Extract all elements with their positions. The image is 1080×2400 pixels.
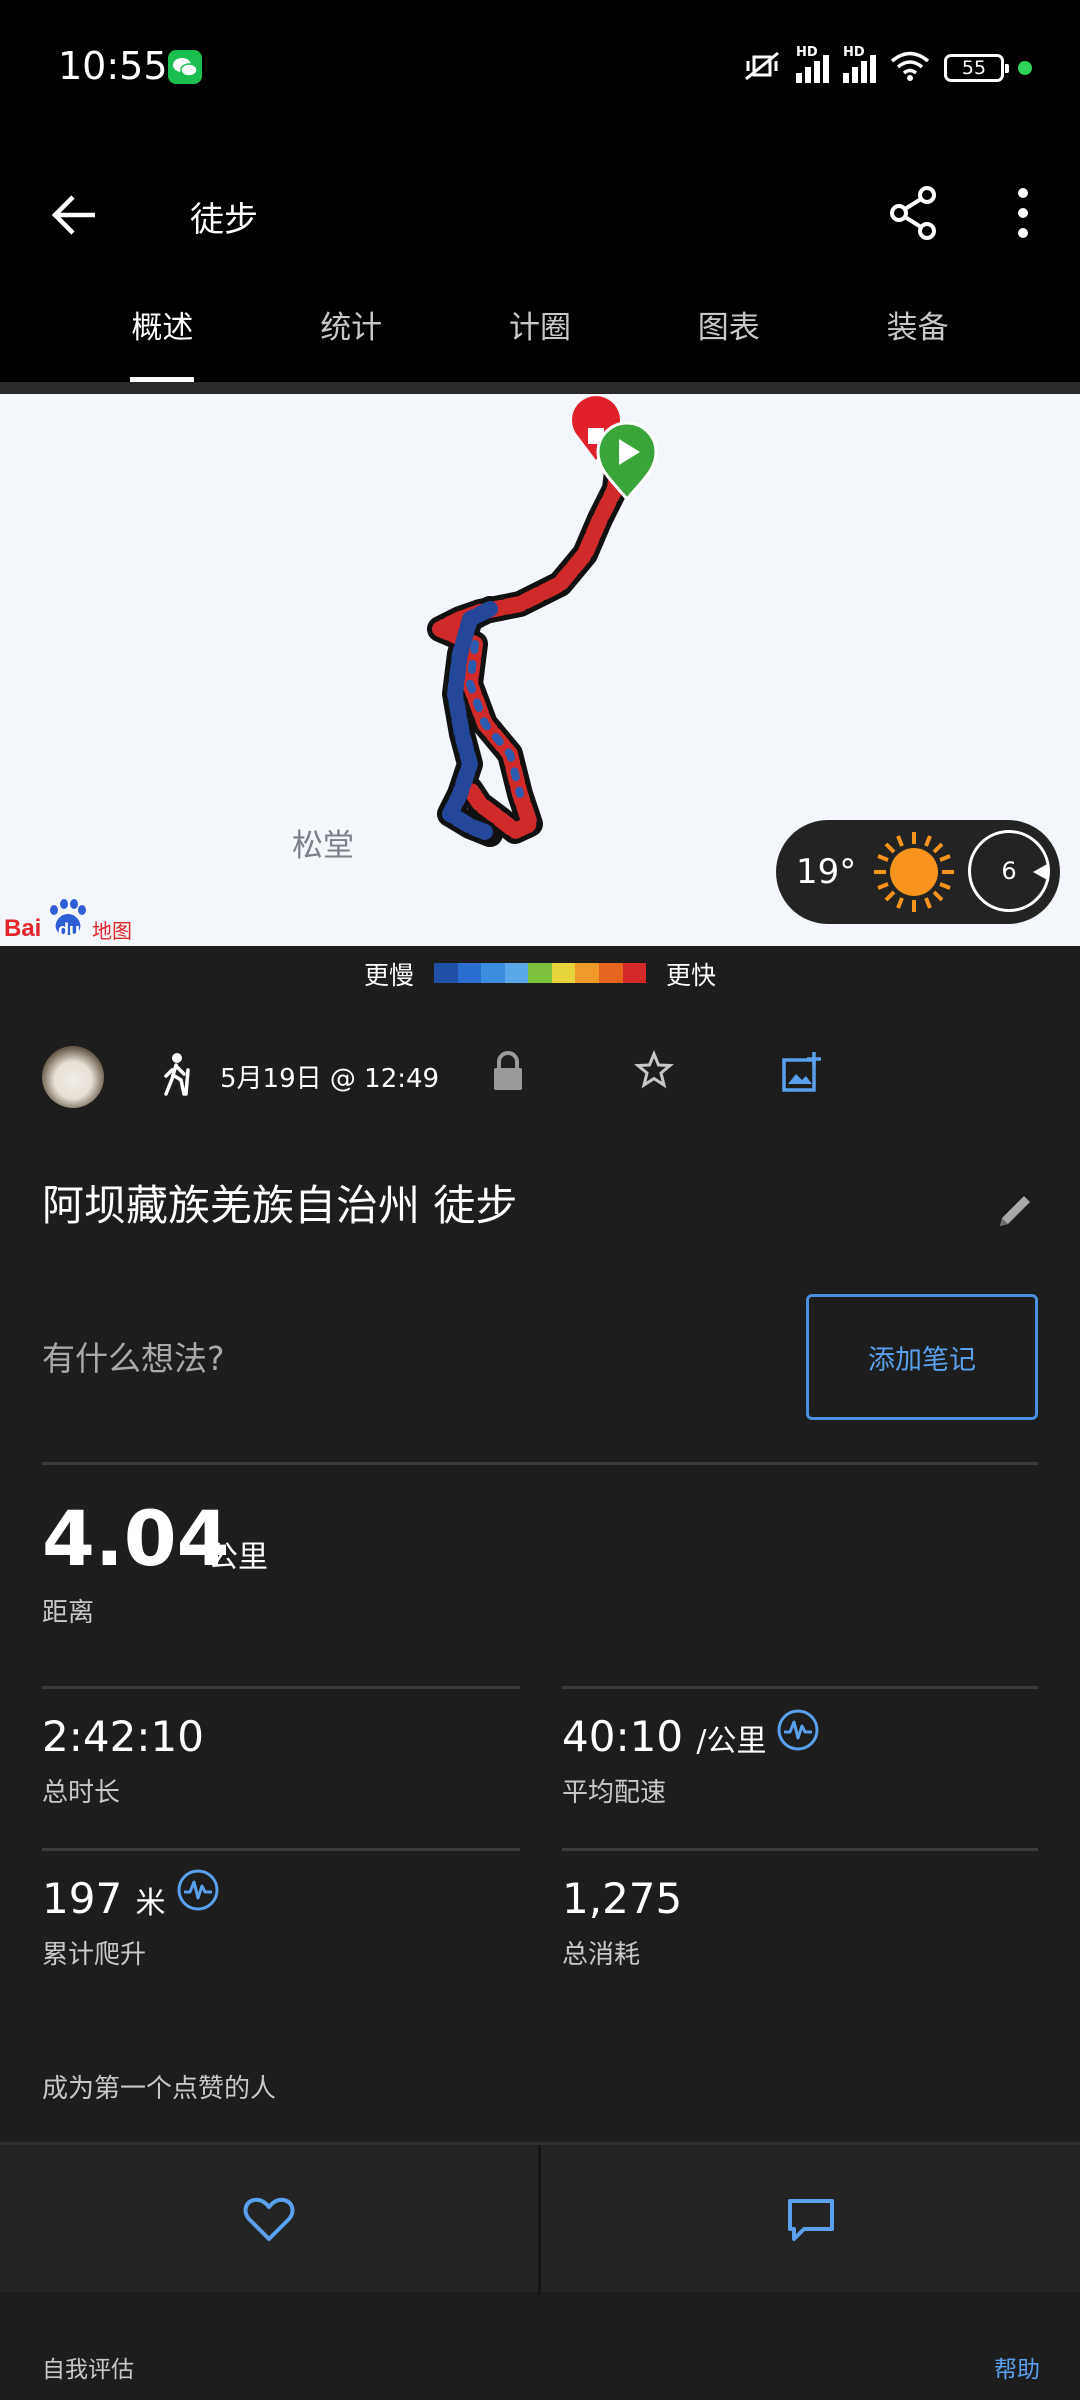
pace-color-segment [457, 963, 482, 983]
baidu-map-logo: Bai du 地图 [2, 892, 142, 944]
more-options-button[interactable] [990, 180, 1056, 246]
avatar[interactable] [42, 1046, 104, 1108]
self-evaluation-label: 自我评估 [42, 2357, 134, 2383]
app-bar: 徒步 [0, 140, 1080, 290]
pace-color-segment [434, 963, 458, 983]
pace-legend: 更慢 更快 [0, 946, 1080, 1002]
signal-hd-label: HD [843, 45, 865, 60]
comment-icon [787, 2199, 834, 2241]
pace-label: 平均配速 [562, 1778, 667, 1808]
activity-details: 更慢 更快 5月19日 @ 12:49 阿坝藏族羌族自治州 徒步 有什么想法? … [0, 946, 1080, 2400]
comment-button[interactable] [541, 2145, 1080, 2295]
tab-stats[interactable]: 统计 [257, 290, 446, 382]
svg-text:地图: 地图 [92, 919, 132, 943]
pace-color-segment [481, 963, 505, 983]
ascent-stat: 197 米 [42, 1874, 166, 1923]
back-arrow-icon [51, 195, 95, 235]
duration-label: 总时长 [42, 1778, 121, 1808]
pace-color-segment [598, 963, 623, 983]
help-link[interactable]: 帮助 [994, 2350, 1040, 2384]
share-button[interactable] [880, 180, 946, 246]
tab-charts[interactable]: 图表 [634, 290, 823, 382]
legend-slower-label: 更慢 [364, 961, 415, 990]
mute-vibrate-icon [742, 49, 782, 87]
battery-icon: 55 [944, 54, 1009, 82]
hiking-icon [160, 1052, 194, 1100]
legend-faster-label: 更快 [666, 961, 717, 990]
social-actions [0, 2142, 1080, 2295]
wifi-icon [890, 50, 930, 86]
back-button[interactable] [40, 180, 110, 250]
wind-direction-icon: 6 [968, 830, 1050, 912]
pace-color-segment [551, 963, 576, 983]
pace-color-segment [528, 963, 552, 983]
privacy-lock-icon[interactable] [490, 1050, 526, 1098]
add-photo-icon[interactable] [780, 1050, 824, 1098]
like-button[interactable] [0, 2145, 538, 2295]
weather-badge: 19° 6 [776, 820, 1060, 924]
wechat-icon [168, 50, 202, 84]
calories-value: 1,275 [562, 1874, 683, 1923]
divider [42, 1848, 520, 1851]
signal-icon: HD [843, 45, 876, 83]
sun-icon [872, 830, 956, 918]
favorite-star-icon[interactable] [634, 1050, 674, 1094]
privacy-indicator-dot [1018, 61, 1032, 75]
map-place-label: 松堂 [292, 828, 354, 864]
thoughts-prompt[interactable]: 有什么想法? [42, 1332, 225, 1380]
tab-laps[interactable]: 计圈 [446, 290, 635, 382]
pace-color-segment [575, 963, 599, 983]
distance-value: 4.04 [42, 1494, 230, 1583]
svg-text:Bai: Bai [4, 915, 41, 942]
weather-temperature: 19° [796, 852, 857, 892]
performance-badge-icon[interactable] [176, 1868, 220, 1916]
status-bar: 10:55 HD HD 55 [0, 0, 1080, 140]
pace-color-scale [434, 963, 647, 983]
duration-value: 2:42:10 [42, 1712, 204, 1761]
add-note-button[interactable]: 添加笔记 [806, 1294, 1038, 1420]
divider [562, 1686, 1038, 1689]
pace-unit: /公里 [696, 1724, 767, 1759]
divider [42, 1686, 520, 1689]
divider [562, 1848, 1038, 1851]
activity-title: 阿坝藏族羌族自治州 徒步 [42, 1181, 518, 1230]
calories-label: 总消耗 [562, 1940, 641, 1970]
divider [42, 1462, 1038, 1465]
distance-unit: 公里 [208, 1540, 268, 1575]
route-map[interactable]: 松堂 Bai du 地图 19° 6 [0, 394, 1080, 946]
ascent-unit: 米 [135, 1886, 166, 1921]
pace-color-segment [622, 963, 647, 983]
share-icon [890, 186, 936, 240]
ascent-value: 197 [42, 1874, 123, 1923]
tab-gear[interactable]: 装备 [823, 290, 1012, 382]
pace-color-segment [504, 963, 529, 983]
distance-label: 距离 [42, 1598, 95, 1628]
likes-prompt: 成为第一个点赞的人 [42, 2074, 277, 2104]
performance-badge-icon[interactable] [776, 1708, 820, 1756]
pace-value: 40:10 [562, 1712, 684, 1761]
status-time: 10:55 [58, 44, 168, 88]
edit-pencil-icon[interactable] [996, 1190, 1036, 1234]
tab-divider [0, 382, 1080, 394]
status-icons: HD HD 55 [742, 45, 1032, 88]
pace-stat: 40:10 /公里 [562, 1712, 767, 1761]
signal-hd-label: HD [796, 45, 818, 60]
ascent-label: 累计爬升 [42, 1940, 147, 1970]
heart-icon [243, 2197, 295, 2241]
activity-date: 5月19日 @ 12:49 [220, 1064, 440, 1094]
signal-icon: HD [796, 45, 829, 83]
svg-text:du: du [58, 920, 80, 940]
page-title: 徒步 [190, 200, 258, 240]
more-vert-icon [1018, 188, 1028, 238]
tab-bar: 概述 统计 计圈 图表 装备 [0, 290, 1080, 382]
tab-overview[interactable]: 概述 [68, 290, 257, 382]
